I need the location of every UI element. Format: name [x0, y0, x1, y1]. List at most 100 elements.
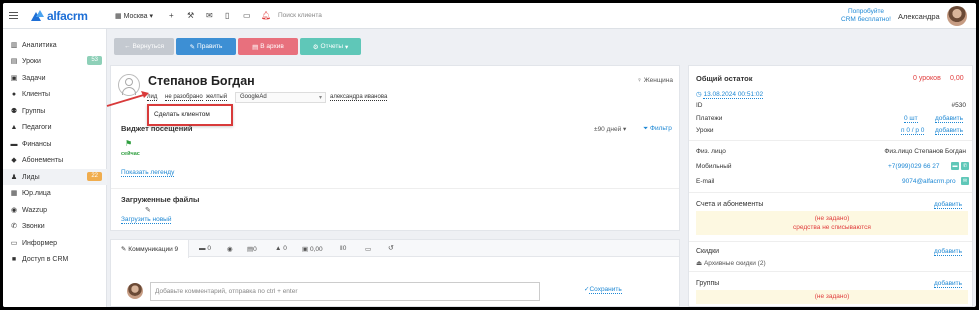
groups-empty: (не задано): [814, 293, 850, 300]
sidebar-item-analytics[interactable]: ▥ Аналитика: [3, 37, 107, 53]
branch-label: Москва: [123, 12, 148, 20]
message-icon: ▬: [199, 245, 206, 252]
gender-value: Женщина: [643, 77, 673, 84]
message-icon[interactable]: ▬: [951, 162, 959, 170]
tab-communications[interactable]: ✎ Коммуникации 9: [111, 240, 189, 258]
archived-discounts-link[interactable]: ⏏ Архивные скидки (2): [696, 259, 766, 267]
gender-label: ♀ Женщина: [637, 77, 673, 84]
tab-tickets[interactable]: ▭: [365, 245, 371, 253]
filter-button[interactable]: ⏷ Фильтр: [643, 125, 672, 133]
plus-icon[interactable]: +: [169, 11, 174, 20]
back-button[interactable]: ← Вернуться: [114, 38, 174, 55]
balance-title: Общий остаток: [696, 74, 753, 83]
sidebar-item-label: Педагоги: [22, 123, 52, 131]
branch-selector[interactable]: ▦ Москва ▾: [115, 12, 153, 21]
bell-icon[interactable]: 🔔︎: [261, 11, 271, 20]
accounts-empty-box: (не задано) средства не списываются: [696, 211, 968, 235]
user-icon: ●: [11, 90, 17, 98]
divider: [689, 271, 972, 272]
upload-file-link[interactable]: Загрузить новый: [121, 216, 172, 224]
lessons-count[interactable]: п 0 / р 0: [901, 127, 925, 135]
tab-messages[interactable]: ▬ 0: [199, 245, 211, 252]
mobile-icon[interactable]: ▯: [225, 11, 229, 20]
tab-documents[interactable]: ▤0: [247, 245, 257, 253]
sidebar-item-finance[interactable]: ▬ Финансы: [3, 136, 107, 152]
sidebar-item-label: Финансы: [22, 140, 52, 148]
sidebar-item-legal-entities[interactable]: ▦ Юр.лица: [3, 185, 107, 201]
tab-purchases[interactable]: ▲ 0: [275, 245, 287, 252]
days-range-select[interactable]: ±90 дней ▾: [594, 125, 626, 133]
id-label: ID: [696, 102, 703, 109]
sidebar-item-groups[interactable]: ⚉ Группы: [3, 103, 107, 119]
tab-balance[interactable]: ▣ 0,00: [302, 245, 323, 253]
accounts-title: Счета и абонементы: [696, 201, 764, 208]
tab-label: 0: [253, 246, 257, 253]
sidebar-item-label: Задачи: [22, 74, 46, 82]
save-comment-button[interactable]: ✓Сохранить: [584, 285, 622, 294]
sidebar-item-clients[interactable]: ● Клиенты: [3, 86, 107, 102]
edit-button[interactable]: ✎ Править: [176, 38, 236, 55]
sidebar-item-lessons[interactable]: ▤ Уроки 53: [3, 53, 107, 69]
archive-icon: ▤: [252, 43, 259, 51]
app-window: alfacrm ▦ Москва ▾ + ⚒ ✉ ▯ ▭ 🔔︎ Поиск кл…: [3, 3, 976, 307]
reports-button[interactable]: ⚙ Отчеты ▾: [300, 38, 361, 55]
hamburger-menu-icon[interactable]: [9, 12, 18, 19]
user-avatar[interactable]: [947, 6, 967, 26]
phone-icon[interactable]: ✆: [961, 162, 969, 170]
manager-link[interactable]: александра иванова: [330, 94, 388, 101]
sidebar-item-label: Юр.лица: [22, 189, 51, 197]
tab-freezes[interactable]: ‖0: [340, 245, 346, 252]
sidebar-item-wazzup[interactable]: ◉ Wazzup: [3, 202, 107, 218]
building-icon: ▦: [10, 190, 18, 197]
sidebar-item-crm-access[interactable]: ■ Доступ в CRM: [3, 251, 107, 267]
sidebar-item-calls[interactable]: ✆ Звонки: [3, 218, 107, 234]
monitor-icon[interactable]: ▭: [243, 11, 251, 20]
envelope-icon[interactable]: ✉: [206, 11, 213, 20]
add-discount-link[interactable]: добавить: [934, 248, 963, 256]
archived-discounts-label: Архивные скидки (2): [703, 260, 766, 267]
user-name[interactable]: Александра: [898, 12, 940, 21]
client-search-input[interactable]: Поиск клиента: [278, 12, 322, 19]
sidebar-item-informer[interactable]: ▭ Информер: [3, 235, 107, 251]
envelope-icon[interactable]: ✉: [961, 177, 969, 185]
sidebar-item-teachers[interactable]: ▲ Педагоги: [3, 119, 107, 135]
tab-whatsapp[interactable]: ◉: [227, 245, 233, 253]
comments-icon: ✎: [120, 246, 127, 253]
sidebar-item-subscriptions[interactable]: ◆ Абонементы: [3, 152, 107, 168]
logo[interactable]: alfacrm: [31, 9, 88, 23]
sidebar-item-leads[interactable]: ♟ Лиды 22: [3, 169, 107, 185]
accounts-empty: (не задано): [814, 215, 850, 222]
archive-label: В архив: [260, 43, 284, 50]
days-range-value: ±90 дней: [594, 126, 622, 133]
sidebar-item-tasks[interactable]: ▣ Задачи: [3, 70, 107, 86]
tabs-bar: [111, 240, 679, 257]
arrow-left-icon: ←: [123, 43, 131, 50]
add-lesson-link[interactable]: добавить: [935, 127, 964, 135]
sidebar-item-label: Абонементы: [22, 156, 64, 164]
annotation-arrow-icon: [106, 91, 149, 107]
person-label: Физ. лицо: [696, 148, 726, 155]
divider: [689, 140, 972, 141]
email-value[interactable]: 9074@alfacrm.pro: [902, 178, 956, 185]
divider: [689, 192, 972, 193]
show-legend-link[interactable]: Показать легенду: [121, 169, 175, 177]
sidebar-item-label: Клиенты: [22, 90, 51, 98]
add-account-link[interactable]: добавить: [934, 201, 963, 209]
promo-link[interactable]: Попробуйте CRM бесплатно!: [837, 8, 895, 24]
pencil-icon: ✎: [189, 43, 196, 51]
add-group-link[interactable]: добавить: [934, 280, 963, 288]
archive-button[interactable]: ▤ В архив: [238, 38, 298, 55]
comment-input[interactable]: Добавьте комментарий, отправка по ctrl +…: [150, 282, 540, 301]
tab-history[interactable]: ↺: [388, 244, 394, 252]
balance-date-link[interactable]: ◷ 13.08.2024 00:51:02: [696, 90, 764, 99]
edit-label: Править: [197, 43, 223, 50]
source-select[interactable]: GoogleAd ▾: [235, 92, 326, 103]
payments-count[interactable]: 0 шт: [904, 115, 918, 123]
sidebar-item-label: Лиды: [22, 173, 40, 181]
phone-value[interactable]: +7(999)029 66 27: [888, 163, 940, 170]
wrench-icon[interactable]: ⚒: [187, 11, 194, 20]
color-tag[interactable]: желтый: [206, 94, 228, 101]
right-panel: Общий остаток 0 уроков 0,00 ◷ 13.08.2024…: [688, 65, 973, 307]
filter-label: Фильтр: [650, 125, 672, 132]
add-payment-link[interactable]: добавить: [935, 115, 964, 123]
